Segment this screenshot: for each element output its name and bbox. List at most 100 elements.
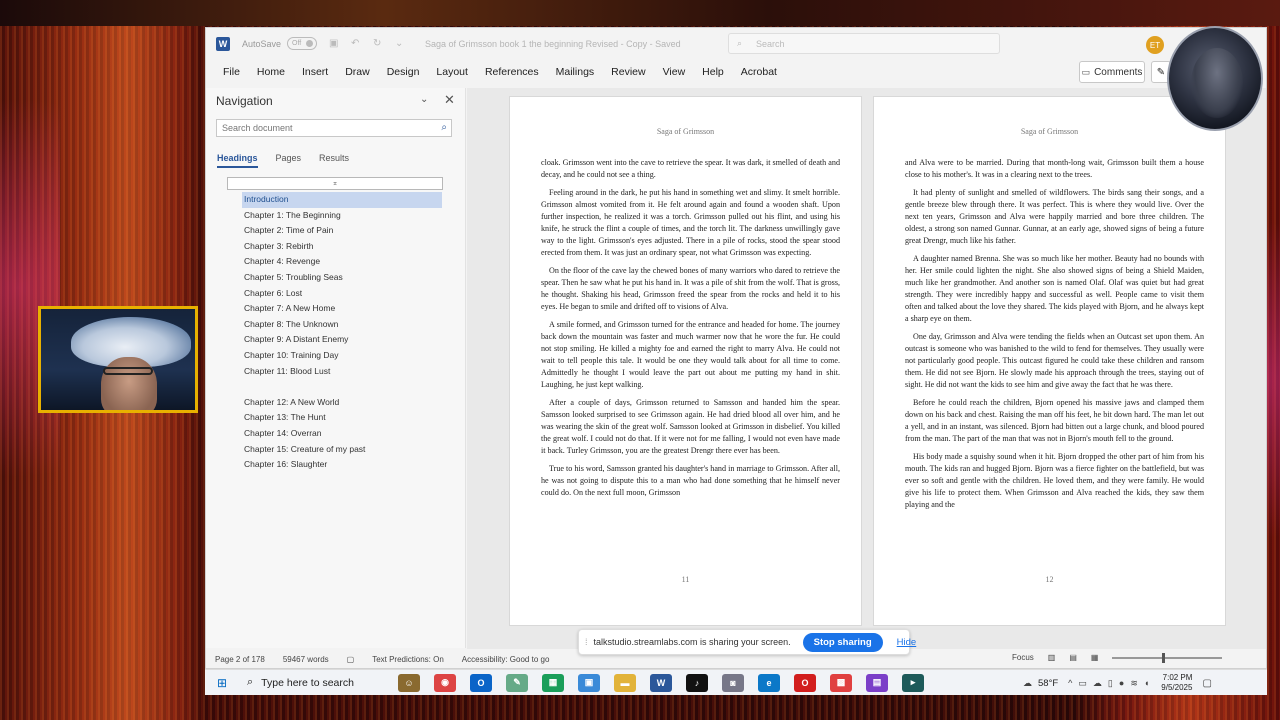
edge-icon[interactable]: e bbox=[758, 673, 780, 692]
cloud-icon[interactable]: ☁ bbox=[1093, 678, 1102, 689]
paragraph[interactable]: A daughter named Brenna. She was so much… bbox=[905, 253, 1204, 325]
terminal-app-icon[interactable]: ▸ bbox=[902, 673, 924, 692]
page-body[interactable]: and Alva were to be married. During that… bbox=[905, 157, 1204, 517]
red-app-icon[interactable]: ▩ bbox=[830, 673, 852, 692]
tab-view[interactable]: View bbox=[663, 66, 686, 78]
tab-results[interactable]: Results bbox=[319, 153, 349, 168]
tab-mailings[interactable]: Mailings bbox=[556, 66, 595, 78]
opera-icon[interactable]: O bbox=[794, 673, 816, 692]
microphone-icon[interactable]: ● bbox=[1119, 678, 1124, 688]
document-canvas[interactable]: Saga of Grimsson cloak. Grimsson went in… bbox=[467, 88, 1266, 649]
close-icon[interactable]: ✕ bbox=[444, 92, 455, 108]
heading-item[interactable]: Chapter 7: A New Home bbox=[242, 301, 442, 317]
tab-design[interactable]: Design bbox=[387, 66, 420, 78]
weather-icon[interactable]: ☁ bbox=[1023, 678, 1032, 689]
zoom-slider[interactable] bbox=[1112, 652, 1223, 663]
tab-file[interactable]: File bbox=[223, 66, 240, 78]
tab-acrobat[interactable]: Acrobat bbox=[741, 66, 777, 78]
clock[interactable]: 7:02 PM 9/5/2025 bbox=[1161, 673, 1192, 693]
paragraph[interactable]: On the floor of the cave lay the chewed … bbox=[541, 265, 840, 313]
user-avatar[interactable]: ET bbox=[1146, 36, 1164, 54]
heading-drop-indicator[interactable]: ⌅ bbox=[227, 177, 443, 190]
taskbar-search-box[interactable]: ⌕ Type here to search bbox=[239, 670, 391, 696]
proofing-icon[interactable]: ▢ bbox=[347, 655, 355, 664]
cortana-figure-icon[interactable]: ☺ bbox=[398, 673, 420, 692]
word-count[interactable]: 59467 words bbox=[283, 655, 329, 664]
paragraph[interactable]: His body made a squishy sound when it hi… bbox=[905, 451, 1204, 511]
heading-item[interactable]: Chapter 1: The Beginning bbox=[242, 208, 442, 224]
heading-item[interactable]: Chapter 4: Revenge bbox=[242, 254, 442, 270]
tiktok-icon[interactable]: ♪ bbox=[686, 673, 708, 692]
network-icon[interactable]: ▭ bbox=[1078, 678, 1087, 689]
web-layout-icon[interactable]: ▦ bbox=[1091, 653, 1099, 662]
battery-icon[interactable]: ▯ bbox=[1108, 678, 1113, 689]
accessibility-status[interactable]: Accessibility: Good to go bbox=[462, 655, 550, 664]
spreadsheet-icon[interactable]: ▦ bbox=[542, 673, 564, 692]
outlook-icon[interactable]: O bbox=[470, 673, 492, 692]
comments-button[interactable]: ▭ Comments bbox=[1079, 61, 1145, 83]
tab-headings[interactable]: Headings bbox=[217, 153, 258, 168]
tab-home[interactable]: Home bbox=[257, 66, 285, 78]
window-app-icon[interactable]: ▣ bbox=[578, 673, 600, 692]
tab-pages[interactable]: Pages bbox=[276, 153, 302, 168]
document-title[interactable]: Saga of Grimsson book 1 the beginning Re… bbox=[425, 39, 681, 49]
paragraph[interactable]: cloak. Grimsson went into the cave to re… bbox=[541, 157, 840, 181]
heading-item[interactable]: Chapter 15: Creature of my past bbox=[242, 442, 442, 458]
chevron-down-icon[interactable]: ⌄ bbox=[420, 94, 428, 105]
paragraph[interactable]: True to his word, Samsson granted his da… bbox=[541, 463, 840, 499]
windows-start-icon[interactable]: ⊞ bbox=[205, 670, 239, 696]
wifi-icon[interactable]: ≋ bbox=[1130, 678, 1138, 689]
weather-temp[interactable]: 58°F bbox=[1038, 678, 1058, 689]
focus-button[interactable]: Focus bbox=[1012, 653, 1034, 662]
text-predictions-status[interactable]: Text Predictions: On bbox=[372, 655, 444, 664]
tab-review[interactable]: Review bbox=[611, 66, 645, 78]
heading-item[interactable]: Chapter 9: A Distant Enemy bbox=[242, 332, 442, 348]
word-taskbar-icon[interactable]: W bbox=[650, 673, 672, 692]
tab-layout[interactable]: Layout bbox=[436, 66, 468, 78]
heading-item[interactable]: Chapter 6: Lost bbox=[242, 286, 442, 302]
drag-handle-icon[interactable]: ⁞ bbox=[585, 637, 588, 647]
tab-insert[interactable]: Insert bbox=[302, 66, 328, 78]
paragraph[interactable]: Feeling around in the dark, he put his h… bbox=[541, 187, 840, 259]
paragraph[interactable]: It had plenty of sunlight and smelled of… bbox=[905, 187, 1204, 247]
camera-icon[interactable]: ◙ bbox=[722, 673, 744, 692]
tab-help[interactable]: Help bbox=[702, 66, 724, 78]
page-count[interactable]: Page 2 of 178 bbox=[215, 655, 265, 664]
paragraph[interactable]: One day, Grimsson and Alva were tending … bbox=[905, 331, 1204, 391]
notification-icon[interactable]: ▢ bbox=[1202, 678, 1211, 689]
heading-item[interactable]: Chapter 13: The Hunt bbox=[242, 410, 442, 426]
edit-tool-icon[interactable]: ✎ bbox=[506, 673, 528, 692]
title-search-box[interactable]: ⌕ Search bbox=[728, 33, 1000, 54]
read-mode-icon[interactable]: ▥ bbox=[1048, 653, 1056, 662]
document-page-right[interactable]: Saga of Grimsson and Alva were to be mar… bbox=[873, 96, 1226, 626]
chevron-up-icon[interactable]: ^ bbox=[1068, 678, 1072, 688]
tab-draw[interactable]: Draw bbox=[345, 66, 370, 78]
heading-item[interactable]: Introduction bbox=[242, 192, 442, 208]
autosave-toggle[interactable]: Off bbox=[287, 37, 318, 50]
hide-link[interactable]: Hide bbox=[897, 637, 917, 648]
heading-item[interactable]: Chapter 14: Overran bbox=[242, 426, 442, 442]
undo-icon[interactable]: ↶ bbox=[351, 38, 363, 49]
purple-app-icon[interactable]: ▤ bbox=[866, 673, 888, 692]
heading-item[interactable]: Chapter 3: Rebirth bbox=[242, 239, 442, 255]
heading-item[interactable]: Chapter 8: The Unknown bbox=[242, 317, 442, 333]
heading-item[interactable]: Chapter 2: Time of Pain bbox=[242, 223, 442, 239]
print-layout-icon[interactable]: ▤ bbox=[1069, 653, 1077, 662]
tab-references[interactable]: References bbox=[485, 66, 539, 78]
search-icon[interactable]: ⌕ bbox=[441, 122, 447, 133]
paragraph[interactable]: After a couple of days, Grimsson returne… bbox=[541, 397, 840, 457]
heading-item[interactable]: Chapter 5: Troubling Seas bbox=[242, 270, 442, 286]
stop-sharing-button[interactable]: Stop sharing bbox=[802, 632, 883, 652]
file-explorer-icon[interactable]: ▬ bbox=[614, 673, 636, 692]
save-icon[interactable]: ▣ bbox=[329, 38, 341, 49]
search-document-input[interactable]: Search document ⌕ bbox=[216, 119, 452, 137]
page-body[interactable]: cloak. Grimsson went into the cave to re… bbox=[541, 157, 840, 505]
chrome-icon[interactable]: ◉ bbox=[434, 673, 456, 692]
heading-item[interactable]: Chapter 12: A New World bbox=[242, 395, 442, 411]
document-page-left[interactable]: Saga of Grimsson cloak. Grimsson went in… bbox=[509, 96, 862, 626]
volume-icon[interactable]: ◖ bbox=[1144, 678, 1149, 688]
paragraph[interactable]: Before he could reach the children, Bjor… bbox=[905, 397, 1204, 445]
customize-chevron-icon[interactable]: ⌄ bbox=[395, 38, 407, 49]
paragraph[interactable]: and Alva were to be married. During that… bbox=[905, 157, 1204, 181]
heading-item[interactable]: Chapter 10: Training Day bbox=[242, 348, 442, 364]
